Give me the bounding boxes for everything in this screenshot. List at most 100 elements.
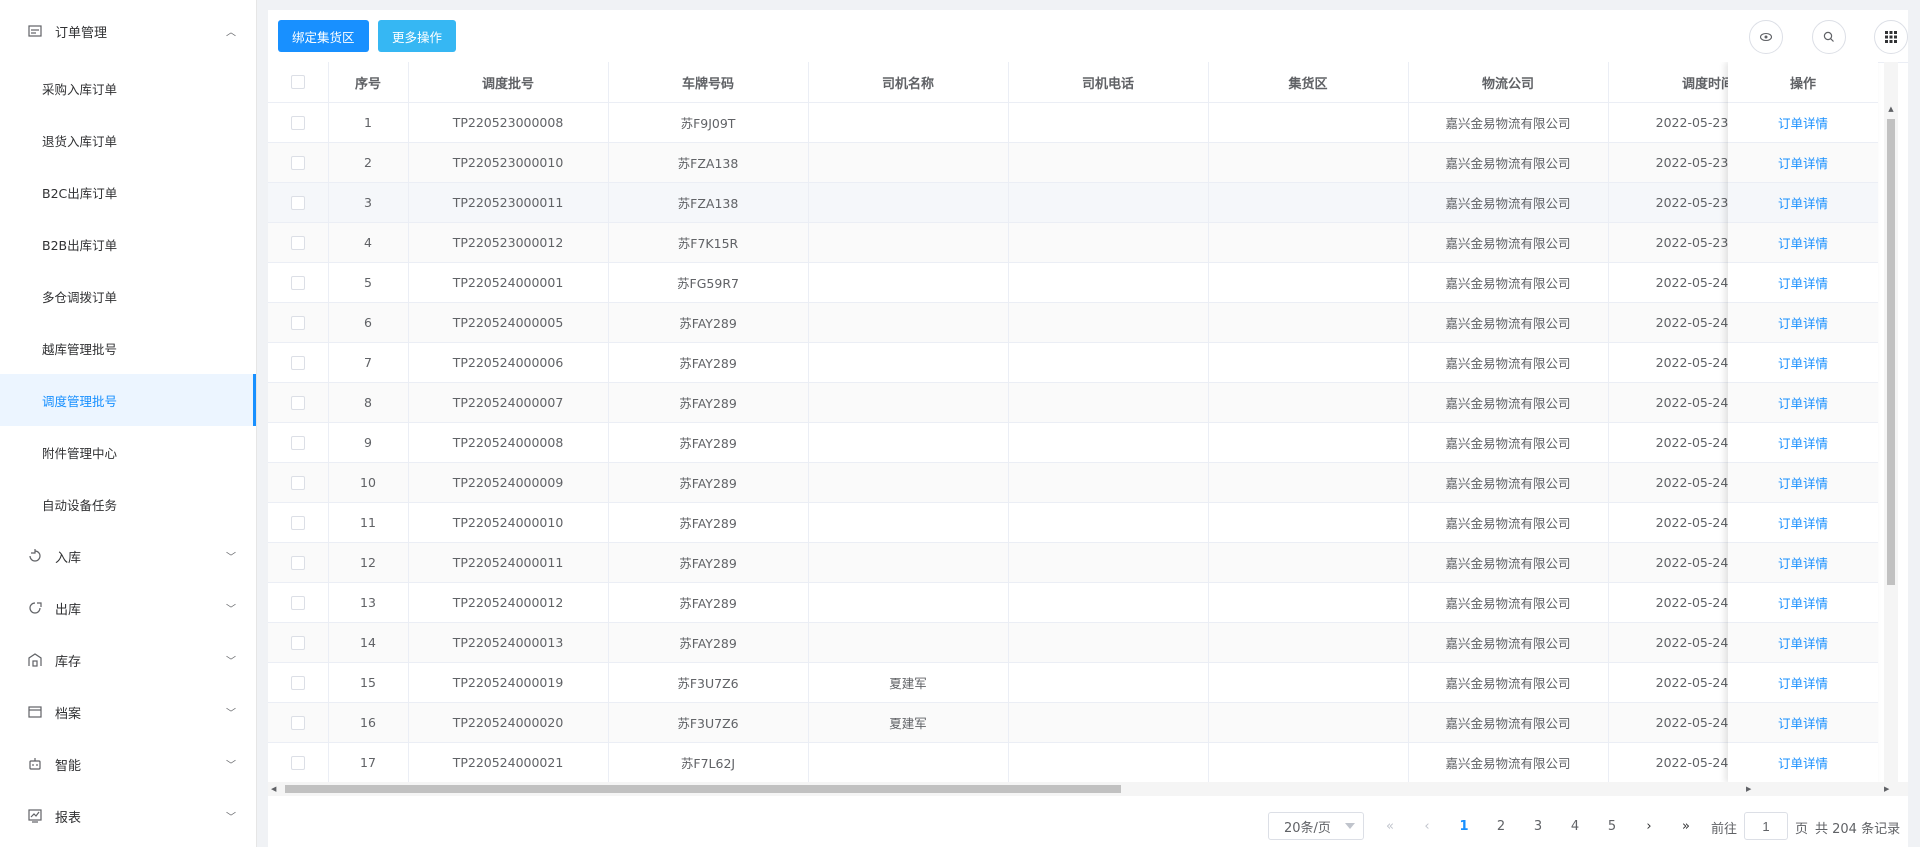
scroll-right-icon[interactable]: ▶ [1884,782,1889,796]
page-number[interactable]: 4 [1561,814,1589,838]
page-number[interactable]: 3 [1524,814,1552,838]
row-select[interactable] [268,502,329,543]
scroll-thumb[interactable] [1887,119,1895,585]
table-row[interactable]: 10 TP220524000009 苏FAY289 嘉兴金易物流有限公司 2022-05… [268,462,1809,503]
checkbox[interactable] [290,676,305,691]
sidebar-item[interactable]: B2C出库订单 [0,166,256,218]
checkbox[interactable] [290,236,305,251]
table-row[interactable]: 4 TP220523000012 苏F7K15R 嘉兴金易物流有限公司 2022-05-… [268,222,1809,263]
order-detail-link[interactable]: 订单详情 [1728,143,1878,183]
row-select[interactable] [268,342,329,383]
sidebar-item[interactable]: 调度管理批号 [0,374,256,426]
scroll-left-icon[interactable]: ◀ [271,782,276,796]
table-row[interactable]: 16 TP220524000020 苏F3U7Z6 夏建军 嘉兴金易物流有限公司 2022… [268,702,1809,743]
order-detail-link[interactable]: 订单详情 [1728,503,1878,543]
sidebar-item[interactable]: 多仓调拨订单 [0,270,256,322]
order-detail-link[interactable]: 订单详情 [1728,583,1878,623]
bind-area-button[interactable]: 绑定集货区 [278,20,369,52]
row-select[interactable] [268,462,329,503]
checkbox[interactable] [290,75,305,89]
order-detail-link[interactable]: 订单详情 [1728,623,1878,663]
table-row[interactable]: 9 TP220524000008 苏FAY289 嘉兴金易物流有限公司 2022-05-… [268,422,1809,463]
menu-group[interactable]: 出库 ﹀ [0,582,256,634]
table-row[interactable]: 7 TP220524000006 苏FAY289 嘉兴金易物流有限公司 2022-05-… [268,342,1809,383]
table-row[interactable]: 3 TP220523000011 苏FZA138 嘉兴金易物流有限公司 2022-05-… [268,182,1809,223]
row-select[interactable] [268,422,329,463]
table-row[interactable]: 13 TP220524000012 苏FAY289 嘉兴金易物流有限公司 2022-05… [268,582,1809,623]
order-detail-link[interactable]: 订单详情 [1728,463,1878,503]
row-select[interactable] [268,662,329,703]
table-row[interactable]: 12 TP220524000011 苏FAY289 嘉兴金易物流有限公司 2022-05… [268,542,1809,583]
checkbox[interactable] [290,196,305,211]
grid-icon[interactable] [1874,20,1908,54]
scroll-up-icon[interactable]: ▲ [1884,102,1898,116]
checkbox[interactable] [290,156,305,171]
table-row[interactable]: 6 TP220524000005 苏FAY289 嘉兴金易物流有限公司 2022-05-… [268,302,1809,343]
eye-icon[interactable] [1749,20,1783,54]
sidebar-item[interactable]: 自动设备任务 [0,478,256,530]
table-row[interactable]: 15 TP220524000019 苏F3U7Z6 夏建军 嘉兴金易物流有限公司 2022… [268,662,1809,703]
checkbox[interactable] [290,636,305,651]
scroll-right-icon[interactable]: ▶ [1746,782,1751,796]
menu-group[interactable]: 入库 ﹀ [0,530,256,582]
order-detail-link[interactable]: 订单详情 [1728,423,1878,463]
menu-group[interactable]: 智能 ﹀ [0,738,256,790]
search-icon[interactable] [1812,20,1846,54]
more-actions-button[interactable]: 更多操作 [378,20,457,52]
page-size-select[interactable]: 20条/页 [1268,812,1364,840]
sidebar-item[interactable]: 退货入库订单 [0,114,256,166]
first-page-icon[interactable]: « [1376,814,1404,838]
row-select[interactable] [268,142,329,183]
row-select[interactable] [268,742,329,783]
row-select[interactable] [268,622,329,663]
menu-group[interactable]: 档案 ﹀ [0,686,256,738]
sidebar-item[interactable]: B2B出库订单 [0,218,256,270]
checkbox[interactable] [290,516,305,531]
order-detail-link[interactable]: 订单详情 [1728,263,1878,303]
menu-group[interactable]: 报表 ﹀ [0,790,256,842]
sidebar-item[interactable]: 采购入库订单 [0,62,256,114]
table-row[interactable]: 8 TP220524000007 苏FAY289 嘉兴金易物流有限公司 2022-05-… [268,382,1809,423]
checkbox[interactable] [290,476,305,491]
order-detail-link[interactable]: 订单详情 [1728,743,1878,783]
order-detail-link[interactable]: 订单详情 [1728,543,1878,583]
order-detail-link[interactable]: 订单详情 [1728,703,1878,743]
checkbox[interactable] [290,316,305,331]
order-detail-link[interactable]: 订单详情 [1728,103,1878,143]
table-row[interactable]: 11 TP220524000010 苏FAY289 嘉兴金易物流有限公司 2022-05… [268,502,1809,543]
order-detail-link[interactable]: 订单详情 [1728,383,1878,423]
row-select[interactable] [268,222,329,263]
row-select[interactable] [268,542,329,583]
table-row[interactable]: 1 TP220523000008 苏F9J09T 嘉兴金易物流有限公司 2022-05-… [268,102,1809,143]
page-number[interactable]: 1 [1450,814,1478,838]
checkbox[interactable] [290,396,305,411]
row-select[interactable] [268,102,329,143]
row-select[interactable] [268,582,329,623]
order-detail-link[interactable]: 订单详情 [1728,663,1878,703]
menu-group-order[interactable]: 订单管理 ︿ [0,0,256,62]
checkbox[interactable] [290,356,305,371]
checkbox[interactable] [290,756,305,771]
checkbox[interactable] [290,436,305,451]
row-select[interactable] [268,382,329,423]
order-detail-link[interactable]: 订单详情 [1728,303,1878,343]
horizontal-scrollbar[interactable]: ◀ ▶ ▶ [268,782,1908,796]
vertical-scrollbar[interactable]: ▲ ▼ [1884,62,1898,792]
menu-group[interactable]: 库存 ﹀ [0,634,256,686]
table-row[interactable]: 14 TP220524000013 苏FAY289 嘉兴金易物流有限公司 2022-05… [268,622,1809,663]
row-select[interactable] [268,182,329,223]
row-select[interactable] [268,302,329,343]
scroll-thumb[interactable] [285,785,1121,793]
header-select-all[interactable] [268,62,329,103]
goto-page-input[interactable] [1744,812,1788,840]
page-number[interactable]: 5 [1598,814,1626,838]
checkbox[interactable] [290,116,305,131]
last-page-icon[interactable]: » [1672,814,1700,838]
row-select[interactable] [268,262,329,303]
page-number[interactable]: 2 [1487,814,1515,838]
prev-page-icon[interactable]: ‹ [1413,814,1441,838]
next-page-icon[interactable]: › [1635,814,1663,838]
row-select[interactable] [268,702,329,743]
table-row[interactable]: 5 TP220524000001 苏FG59R7 嘉兴金易物流有限公司 2022-05-… [268,262,1809,303]
order-detail-link[interactable]: 订单详情 [1728,183,1878,223]
